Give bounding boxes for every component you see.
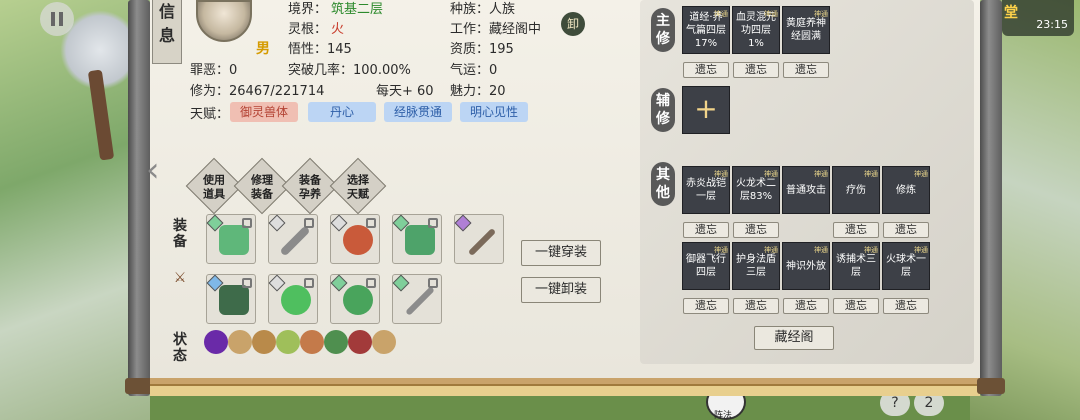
skill-card[interactable]: 神通 御器飞行四层 bbox=[682, 242, 730, 290]
status-icon[interactable] bbox=[204, 330, 228, 354]
panda-label: 阵法 bbox=[714, 411, 733, 420]
status-icon[interactable] bbox=[348, 330, 372, 354]
top-right-hud: 堂 23:15 bbox=[1002, 0, 1074, 36]
status-section-label: 状态 bbox=[173, 332, 187, 364]
status-icon[interactable] bbox=[252, 330, 276, 354]
talent-badge[interactable]: 经脉贯通 bbox=[384, 102, 452, 122]
skill-card[interactable]: 神通 血灵混元功四层 1% bbox=[732, 6, 780, 54]
forget-button[interactable]: 遗忘 bbox=[833, 298, 879, 314]
skill-card[interactable]: 神通 火球术一层 bbox=[882, 242, 930, 290]
breakthrough-stat: 突破几率：100.00% bbox=[288, 63, 411, 78]
status-icon[interactable] bbox=[300, 330, 324, 354]
talent-label: 天赋： bbox=[190, 107, 230, 122]
info-tab[interactable]: 信 息 bbox=[152, 0, 182, 64]
skill-card[interactable]: 神通 赤炎战铠一层 bbox=[682, 166, 730, 214]
skill-card[interactable]: 神通 火龙术二层83% bbox=[732, 166, 780, 214]
skill-card[interactable]: 神通 道经·养气篇四层 17% bbox=[682, 6, 730, 54]
skill-card[interactable]: 神通 修炼 bbox=[882, 166, 930, 214]
forget-button[interactable]: 遗忘 bbox=[783, 298, 829, 314]
scroll-rod-right bbox=[977, 0, 1005, 396]
prev-character-arrow[interactable]: ‹ bbox=[146, 150, 160, 190]
scroll-rod-left bbox=[125, 0, 153, 396]
status-icon[interactable] bbox=[324, 330, 348, 354]
aux-skill-label: 辅修 bbox=[651, 88, 675, 132]
equip-slot-hammer[interactable] bbox=[454, 214, 504, 264]
equip-slot-jade[interactable] bbox=[330, 274, 380, 324]
other-skill-label: 其他 bbox=[651, 162, 675, 206]
forget-button[interactable]: 遗忘 bbox=[733, 298, 779, 314]
talent-badge[interactable]: 御灵兽体 bbox=[230, 102, 298, 122]
forget-button[interactable]: 遗忘 bbox=[683, 62, 729, 78]
wear-all-button[interactable]: 一键穿装 bbox=[521, 240, 601, 266]
scripture-library-button[interactable]: 藏经阁 bbox=[754, 326, 834, 350]
talent-badge[interactable]: 明心见性 bbox=[460, 102, 528, 122]
status-icon[interactable] bbox=[372, 330, 396, 354]
charm-stat: 魅力：20 bbox=[450, 84, 506, 99]
remove-all-button[interactable]: 一键卸装 bbox=[521, 277, 601, 303]
add-skill-button[interactable]: + bbox=[682, 86, 730, 134]
realm-label: 境界： bbox=[288, 2, 328, 17]
equip-slot-sword[interactable] bbox=[268, 214, 318, 264]
forget-button[interactable]: 遗忘 bbox=[733, 222, 779, 238]
root-label: 灵根： bbox=[288, 22, 328, 37]
status-icon[interactable] bbox=[228, 330, 252, 354]
skill-card[interactable]: 神通 疗伤 bbox=[832, 166, 880, 214]
gender-label: 男 bbox=[256, 41, 270, 57]
hud-tag: 堂 bbox=[1004, 5, 1018, 21]
forget-button[interactable]: 遗忘 bbox=[733, 62, 779, 78]
status-effects-bar bbox=[204, 330, 396, 354]
main-skill-label: 主修 bbox=[651, 8, 675, 52]
forget-button[interactable]: 遗忘 bbox=[683, 222, 729, 238]
pause-button[interactable] bbox=[40, 2, 74, 36]
sealed-slot-icon: ⚔ bbox=[173, 270, 187, 286]
game-clock: 23:15 bbox=[1036, 18, 1068, 31]
luck-stat: 气运：0 bbox=[450, 63, 498, 78]
equip-slot-amulet[interactable] bbox=[330, 214, 380, 264]
equip-slot-spear[interactable] bbox=[392, 274, 442, 324]
forget-button[interactable]: 遗忘 bbox=[683, 298, 729, 314]
talent-badge[interactable]: 丹心 bbox=[308, 102, 376, 122]
karma-stat: 罪恶：0 bbox=[190, 63, 238, 78]
daily-gain: 每天+ 60 bbox=[376, 84, 434, 99]
equip-slot-robe[interactable] bbox=[206, 214, 256, 264]
forget-button[interactable]: 遗忘 bbox=[883, 298, 929, 314]
skill-card[interactable]: 神通 黄庭养神经圆满 bbox=[782, 6, 830, 54]
root-value: 火 bbox=[331, 22, 345, 37]
skill-card[interactable]: 神通 神识外放 bbox=[782, 242, 830, 290]
skill-card[interactable]: 神通 护身法盾三层 bbox=[732, 242, 780, 290]
realm-value: 筑基二层 bbox=[331, 2, 384, 17]
equip-slot-helmet[interactable] bbox=[206, 274, 256, 324]
forget-button[interactable]: 遗忘 bbox=[883, 222, 929, 238]
cultivation-stat: 修为：26467/221714 bbox=[190, 84, 325, 99]
skill-card[interactable]: 神通 普通攻击 bbox=[782, 166, 830, 214]
forget-button[interactable]: 遗忘 bbox=[833, 222, 879, 238]
equip-slot-boots[interactable] bbox=[392, 214, 442, 264]
comprehension-stat: 悟性：145 bbox=[288, 42, 352, 57]
work-stat: 工作：藏经阁中 bbox=[450, 22, 542, 37]
race-stat: 种族：人族 bbox=[450, 2, 516, 17]
unload-seal-button[interactable]: 卸 bbox=[561, 12, 585, 36]
equip-slot-orb[interactable] bbox=[268, 274, 318, 324]
skill-card[interactable]: 神通 诱捕术三层 bbox=[832, 242, 880, 290]
forget-button[interactable]: 遗忘 bbox=[783, 62, 829, 78]
scroll-bottom-edge bbox=[150, 384, 980, 396]
status-icon[interactable] bbox=[276, 330, 300, 354]
equip-section-label: 装备 bbox=[173, 218, 187, 250]
aptitude-stat: 资质：195 bbox=[450, 42, 514, 57]
